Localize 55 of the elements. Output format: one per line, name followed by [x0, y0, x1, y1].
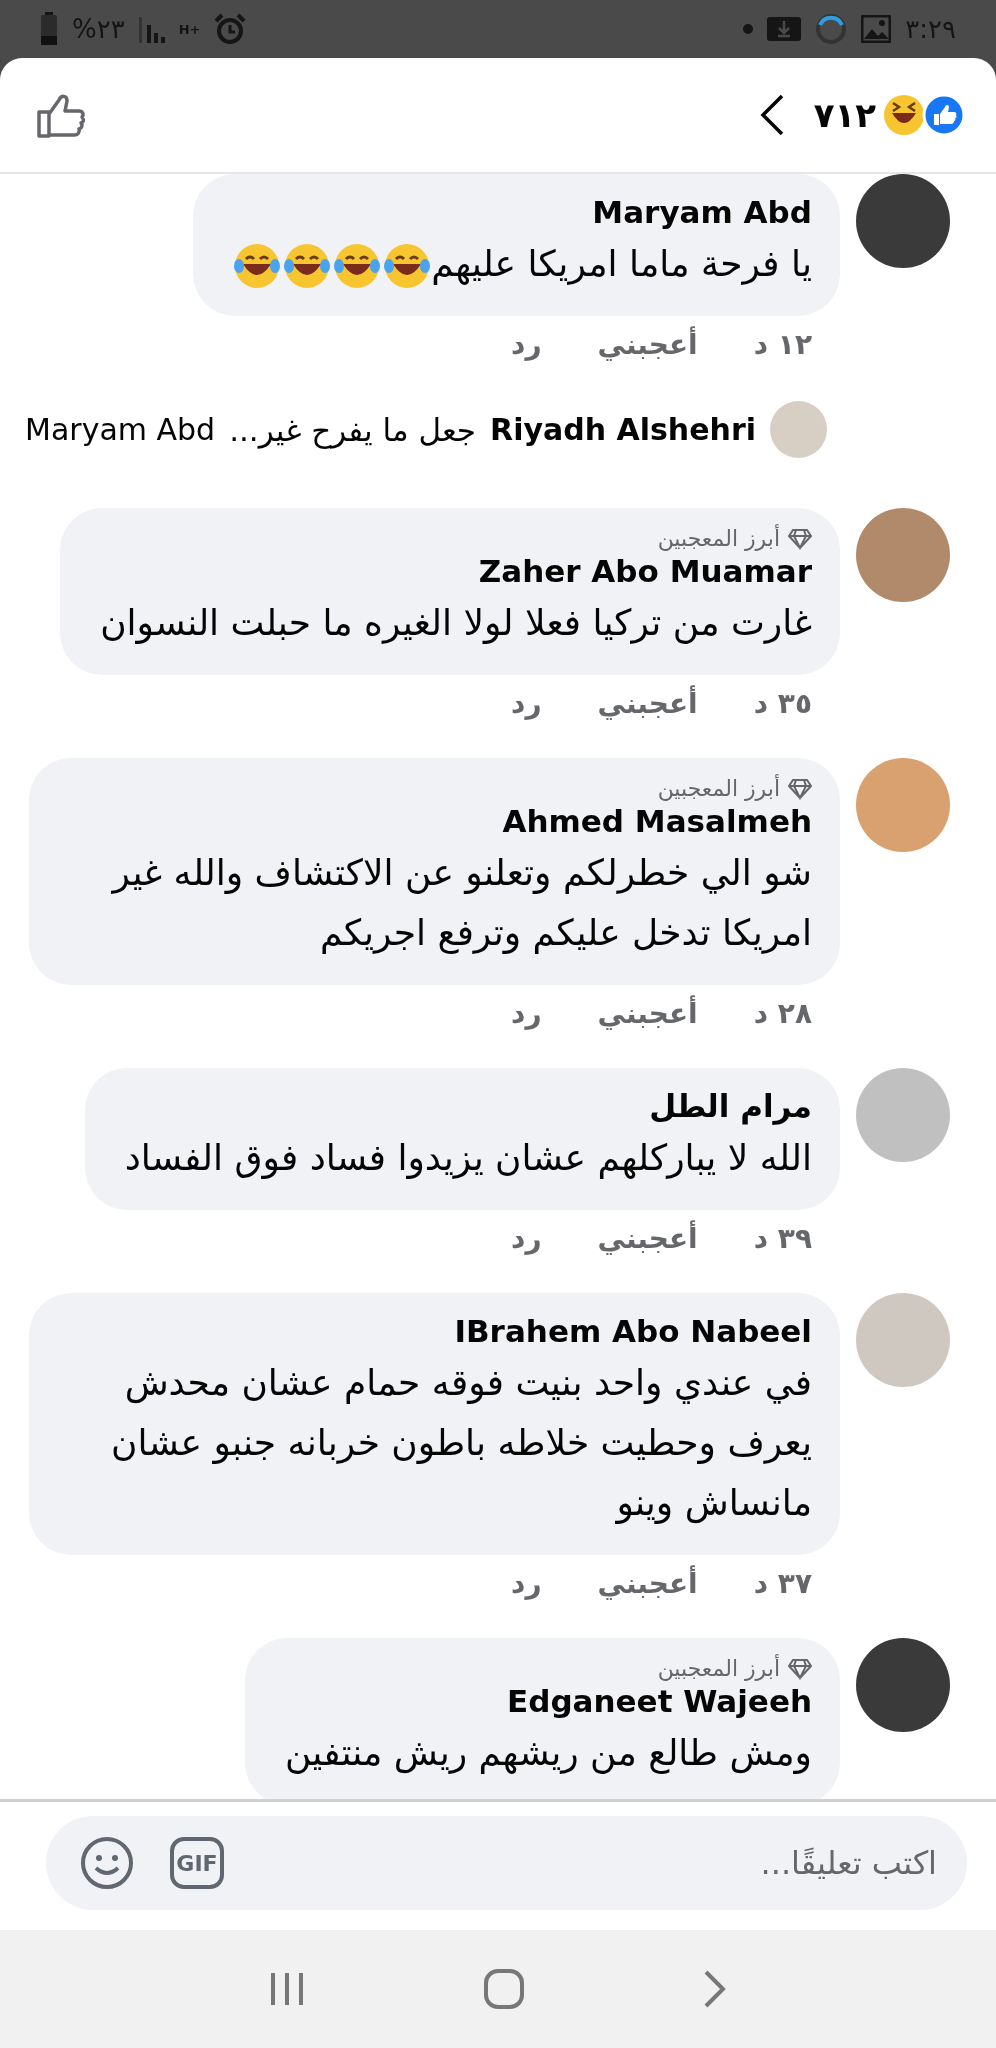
top-fan-label: أبرز المعجبين	[657, 526, 780, 551]
reply-link[interactable]: رد	[511, 1567, 542, 1600]
recent-apps-icon[interactable]	[269, 1971, 306, 2007]
image-icon	[861, 15, 892, 43]
author-name[interactable]: Maryam Abd	[592, 194, 812, 230]
top-fan-label: أبرز المعجبين	[657, 1656, 780, 1681]
reaction-count[interactable]: ٧١٢	[813, 95, 876, 135]
comment-text: يا فرحة ماما امريكا عليهم	[233, 234, 812, 294]
back-chevron-icon[interactable]	[759, 94, 784, 136]
reply-mention[interactable]: Maryam Abd	[25, 412, 216, 447]
top-fan-label: أبرز المعجبين	[657, 776, 780, 801]
alarm-icon	[214, 13, 247, 45]
reply-link[interactable]: رد	[511, 1222, 542, 1255]
comment-time: ٣٧ د	[753, 1567, 812, 1600]
comment-time: ١٢ د	[753, 328, 812, 361]
chevron-right-icon[interactable]	[702, 1969, 727, 2009]
like-link[interactable]: أعجبني	[597, 1222, 698, 1255]
comment-text: في عندي واحد بنيت فوقه حمام عشان محدش يعرف وحطيت خلاطه باطون خربانه جنبو عشان مانساش وينو	[110, 1361, 812, 1526]
signal-icon	[138, 15, 165, 43]
like-link[interactable]: أعجبني	[597, 687, 698, 720]
reply-author[interactable]: Riyadh Alshehri	[490, 412, 756, 447]
author-name[interactable]: Edganeet Wajeeh	[507, 1683, 812, 1719]
comment-text: شو الي خطرلكم وتعلنو عن الاكتشاف والله غير امريكا تدخل عليكم وترفع اجريكم	[110, 851, 812, 956]
diamond-icon	[788, 527, 812, 550]
like-link[interactable]: أعجبني	[597, 1567, 698, 1600]
like-link[interactable]: أعجبني	[597, 997, 698, 1030]
author-name[interactable]: مرام الطل	[649, 1088, 812, 1124]
home-icon[interactable]	[484, 1969, 524, 2009]
reply-link[interactable]: رد	[511, 687, 542, 720]
comment-time: ٢٨ د	[753, 997, 812, 1030]
comment-text: الله لا يباركلهم عشان يزيدوا فساد فوق الفساد	[124, 1136, 812, 1181]
dot-icon	[743, 24, 754, 34]
battery-icon	[40, 12, 58, 46]
gif-button[interactable]: GIF	[170, 1837, 224, 1889]
author-name[interactable]: IBrahem Abo Nabeel	[454, 1313, 812, 1349]
laughing-emoji-icon	[233, 242, 282, 290]
comment-time: ٣٥ د	[753, 687, 812, 720]
reply-link[interactable]: رد	[511, 328, 542, 361]
thumbs-up-icon[interactable]	[36, 92, 86, 138]
like-link[interactable]: أعجبني	[597, 328, 698, 361]
smiley-icon[interactable]	[80, 1836, 134, 1890]
refresh-icon	[815, 13, 848, 45]
diamond-icon	[788, 1657, 812, 1680]
comment-text: ومش طالع من ريشهم ريش منتفين	[284, 1731, 812, 1776]
diamond-icon	[788, 777, 812, 800]
download-icon	[767, 17, 802, 41]
author-name[interactable]: Zaher Abo Muamar	[478, 553, 812, 589]
laughing-emoji-icon	[283, 242, 332, 290]
author-name[interactable]: Ahmed Masalmeh	[502, 803, 812, 839]
reply-link[interactable]: رد	[511, 997, 542, 1030]
laughing-emoji-icon	[333, 242, 382, 290]
comment-time: ٣٩ د	[753, 1222, 812, 1255]
laughing-emoji-icon	[383, 242, 432, 290]
reply-snippet[interactable]: جعل ما يفرح غير...	[229, 411, 477, 448]
comment-text: غارت من تركيا فعلا لولا الغيره ما حبلت النسوان	[100, 601, 812, 646]
